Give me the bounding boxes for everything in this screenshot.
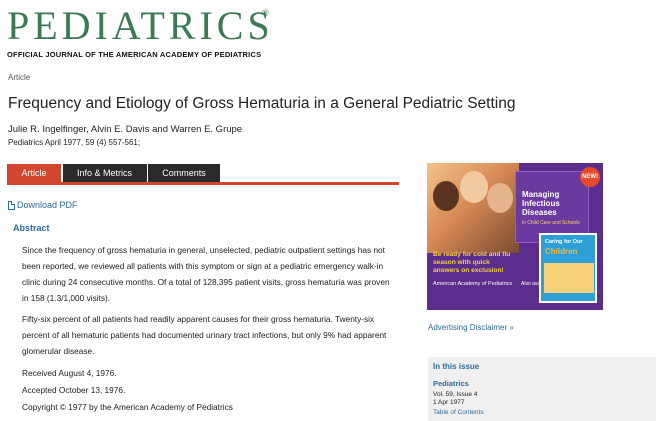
abstract-heading: Abstract	[13, 223, 50, 233]
ad-book2-photo	[544, 263, 594, 293]
child-figure	[433, 181, 459, 211]
received-date: Received August 4, 1976.	[22, 368, 117, 378]
ad-children-photo	[427, 163, 519, 253]
download-pdf-label: Download PDF	[17, 200, 78, 210]
copyright-notice: Copyright © 1977 by the American Academy…	[22, 402, 233, 412]
abstract-paragraph-1: Since the frequency of gross hematuria i…	[22, 245, 390, 303]
journal-logo[interactable]: PEDIATRICS OFFICIAL JOURNAL OF THE AMERI…	[7, 3, 274, 60]
registered-mark: ®	[262, 8, 269, 18]
ad-book2-top: Caring for Our	[545, 239, 583, 245]
document-icon	[8, 200, 15, 210]
accepted-date: Accepted October 13, 1976.	[22, 385, 126, 395]
ad-book1-title: Managing Infectious Diseases	[522, 190, 560, 217]
child-figure	[460, 171, 488, 203]
table-of-contents-link[interactable]: Table of Contents	[433, 409, 484, 416]
ad-book2-title: Children	[545, 247, 578, 256]
advertisement-banner[interactable]: Managing Infectious Diseases in Child Ca…	[427, 163, 603, 310]
child-figure	[487, 183, 513, 213]
tab-info-metrics[interactable]: Info & Metrics	[62, 164, 147, 182]
article-title: Frequency and Etiology of Gross Hematuri…	[8, 95, 516, 112]
tab-comments[interactable]: Comments	[148, 164, 220, 182]
issue-journal-link[interactable]: Pediatrics	[433, 379, 469, 388]
ad-book1-subtitle: in Child Care and Schools	[522, 220, 580, 226]
ad-tagline: Be ready for cold and flu season with qu…	[433, 251, 511, 274]
ad-new-badge: NEW!	[580, 167, 600, 187]
ad-book-cover-caring-children: Caring for Our Children	[539, 233, 597, 303]
logo-subtitle: OFFICIAL JOURNAL OF THE AMERICAN ACADEMY…	[7, 50, 262, 59]
abstract-paragraph-2: Fifty-six percent of all patients had re…	[22, 314, 387, 356]
issue-date: 1 Apr 1977	[433, 399, 465, 406]
logo-wordmark: PEDIATRICS	[7, 3, 274, 48]
ad-publisher: American Academy of Pediatrics	[433, 281, 513, 287]
tab-underline	[7, 182, 399, 185]
download-pdf-link[interactable]: Download PDF	[8, 200, 78, 210]
article-citation: Pediatrics April 1977, 59 (4) 557-561;	[8, 138, 141, 147]
article-tabs: Article Info & Metrics Comments	[7, 164, 222, 182]
tab-article[interactable]: Article	[7, 164, 61, 182]
advertising-disclaimer-link[interactable]: Advertising Disclaimer »	[428, 323, 514, 332]
issue-volume: Vol. 59, Issue 4	[433, 391, 478, 398]
article-authors: Julie R. Ingelfinger, Alvin E. Davis and…	[8, 124, 243, 135]
article-type-label: Article	[8, 73, 31, 82]
in-this-issue-heading: In this issue	[433, 362, 480, 371]
